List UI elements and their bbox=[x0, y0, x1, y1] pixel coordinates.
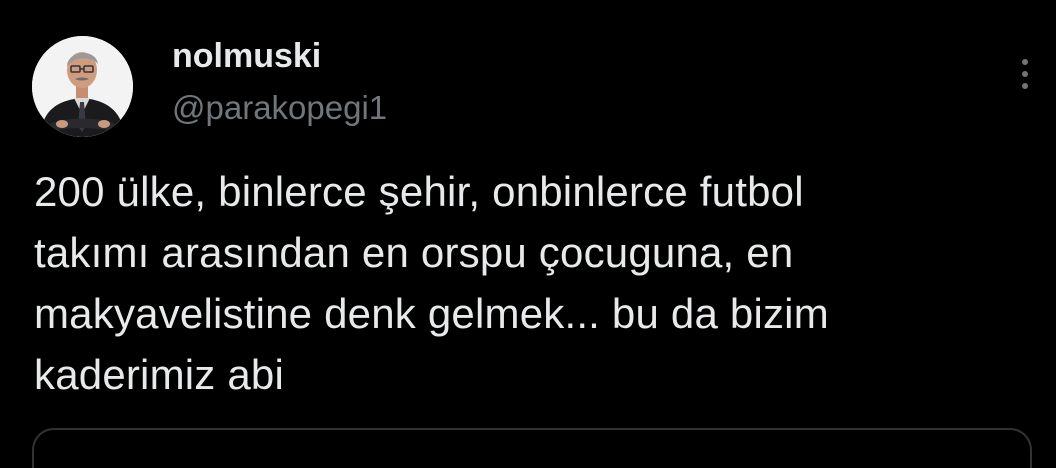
tweet-text: 200 ülke, binlerce şehir, onbinlerce fut… bbox=[34, 168, 829, 398]
more-dot bbox=[1022, 71, 1028, 77]
more-vertical-icon[interactable] bbox=[1010, 52, 1040, 96]
author-handle[interactable]: @parakopegi1 bbox=[172, 88, 387, 128]
tweet: nolmuski @parakopegi1 200 ülke, binlerce… bbox=[0, 0, 1056, 468]
quoted-card-edge bbox=[32, 428, 1032, 468]
more-dot bbox=[1022, 83, 1028, 89]
avatar[interactable] bbox=[32, 36, 133, 137]
author-display-name[interactable]: nolmuski bbox=[172, 36, 321, 76]
avatar-image bbox=[32, 36, 133, 137]
more-dot bbox=[1022, 59, 1028, 65]
